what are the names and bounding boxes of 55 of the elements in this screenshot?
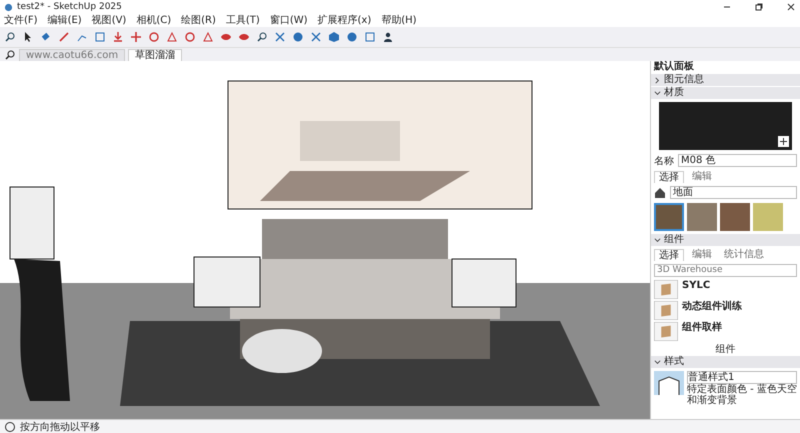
scene-tab[interactable]: www.caotu66.com — [19, 49, 126, 61]
panel-tab[interactable]: 编辑 — [688, 249, 716, 260]
search-icon[interactable] — [4, 31, 16, 43]
material-swatch[interactable] — [720, 203, 750, 231]
search-field[interactable]: 3D Warehouse — [654, 264, 797, 277]
library-dropdown[interactable]: 地面 — [670, 186, 797, 199]
name-field[interactable]: M08 色 — [678, 154, 797, 167]
menu-item[interactable]: 相机(C) — [136, 14, 172, 26]
menu-item[interactable]: 扩展程序(x) — [318, 14, 372, 26]
add-material-button[interactable] — [778, 136, 789, 147]
panel-tab[interactable]: 编辑 — [688, 171, 716, 182]
style-description: 特定表面颜色 - 蓝色天空和渐变背景 — [687, 384, 797, 406]
style-thumbnail-icon — [654, 371, 684, 395]
chevron-icon[interactable] — [654, 236, 661, 244]
menu-item[interactable]: 文件(F) — [4, 14, 38, 26]
menu-item[interactable]: 帮助(H) — [381, 14, 417, 26]
section-header[interactable]: 样式 — [651, 356, 800, 368]
app-logo-icon — [4, 2, 13, 12]
panel-component-icon[interactable] — [654, 301, 678, 320]
status-message: 按方向拖动以平移 — [20, 420, 100, 433]
material-swatch[interactable] — [654, 203, 684, 231]
menu-item[interactable]: 窗口(W) — [270, 14, 308, 26]
chevron-icon[interactable] — [654, 358, 661, 366]
close-icon[interactable] — [786, 2, 796, 12]
panel-tab[interactable]: 选择 — [654, 248, 684, 260]
panel-component-icon[interactable] — [654, 280, 678, 299]
menu-item[interactable]: 编辑(E) — [48, 14, 82, 26]
panel-component-icon[interactable] — [654, 322, 678, 341]
menu-item[interactable]: 工具(T) — [226, 14, 260, 26]
panel-tab[interactable]: 统计信息 — [720, 249, 768, 260]
window-title: test2* - SketchUp 2025 — [17, 2, 122, 12]
component-name[interactable]: 组件取样 — [682, 322, 722, 333]
component-name[interactable]: 动态组件训练 — [682, 301, 742, 312]
panel-tab[interactable]: 选择 — [654, 170, 684, 182]
menu-item[interactable]: 绘图(R) — [181, 14, 216, 26]
material-swatch[interactable] — [753, 203, 783, 231]
section-header[interactable]: 图元信息 — [651, 74, 800, 86]
home-icon[interactable] — [654, 186, 666, 198]
section-header[interactable]: 材质 — [651, 87, 800, 99]
components-footer: 组件 — [716, 344, 736, 355]
scene-tab[interactable]: 草图溜溜 — [128, 49, 182, 61]
menu-item[interactable]: 视图(V) — [92, 14, 126, 26]
search-icon[interactable] — [4, 49, 16, 61]
style-name: 普通样式1 — [687, 371, 797, 384]
section-header[interactable]: 组件 — [651, 234, 800, 246]
name-label: 名称 — [654, 154, 674, 168]
restore-icon[interactable] — [754, 2, 764, 12]
material-swatch[interactable] — [687, 203, 717, 231]
zoom-icon[interactable] — [256, 31, 268, 43]
rect-icon[interactable] — [94, 31, 106, 43]
person-icon[interactable] — [382, 31, 394, 43]
move-icon[interactable] — [130, 31, 142, 43]
arrow-icon[interactable] — [22, 31, 34, 43]
component-name[interactable]: SYLC — [682, 280, 710, 291]
pencil-icon[interactable] — [58, 31, 70, 43]
